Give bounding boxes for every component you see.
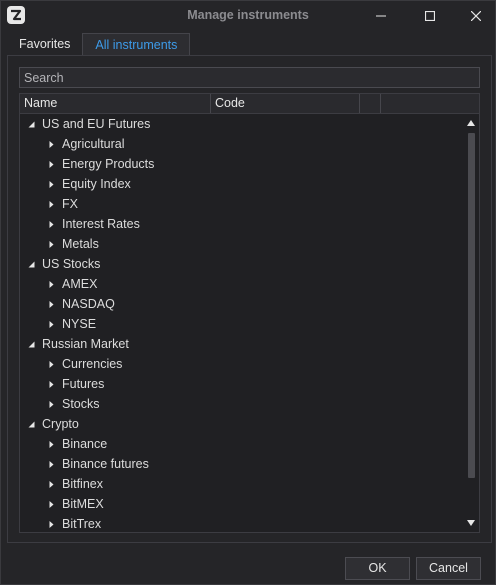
triangle-down-icon[interactable] bbox=[28, 421, 35, 428]
tree-row-label: Stocks bbox=[62, 397, 100, 411]
tree-item-row[interactable]: Bitfinex bbox=[20, 474, 463, 494]
tree-group-row[interactable]: US and EU Futures bbox=[20, 114, 463, 134]
tree-row-label: FX bbox=[62, 197, 78, 211]
minimize-icon bbox=[376, 15, 386, 17]
title-bar[interactable]: Manage instruments bbox=[1, 1, 495, 31]
tree-item-row[interactable]: Metals bbox=[20, 234, 463, 254]
tree-row-label: Bitfinex bbox=[62, 477, 103, 491]
tree-item-row[interactable]: Interest Rates bbox=[20, 214, 463, 234]
tree-row-label: BitMEX bbox=[62, 497, 104, 511]
tree-row-label: Agricultural bbox=[62, 137, 125, 151]
triangle-right-icon[interactable] bbox=[48, 321, 55, 328]
tree-item-row[interactable]: Binance bbox=[20, 434, 463, 454]
triangle-right-icon[interactable] bbox=[48, 181, 55, 188]
tree-group-row[interactable]: Russian Market bbox=[20, 334, 463, 354]
grid-header: Name Code bbox=[20, 94, 479, 114]
tree-row-label: NYSE bbox=[62, 317, 97, 331]
tree-row-label: Binance futures bbox=[62, 457, 149, 471]
tree-item-row[interactable]: NASDAQ bbox=[20, 294, 463, 314]
tree-row-label: US Stocks bbox=[42, 257, 101, 271]
triangle-right-icon[interactable] bbox=[48, 441, 55, 448]
tab-strip: Favorites All instruments bbox=[7, 33, 191, 55]
tree-row-label: Metals bbox=[62, 237, 99, 251]
tree-row-label: AMEX bbox=[62, 277, 98, 291]
triangle-right-icon[interactable] bbox=[48, 141, 55, 148]
tree-group-row[interactable]: Crypto bbox=[20, 414, 463, 434]
triangle-right-icon[interactable] bbox=[48, 521, 55, 528]
triangle-right-icon[interactable] bbox=[48, 461, 55, 468]
triangle-down-icon[interactable] bbox=[28, 261, 35, 268]
tree-item-row[interactable]: BitMEX bbox=[20, 494, 463, 514]
triangle-right-icon[interactable] bbox=[48, 221, 55, 228]
cancel-button[interactable]: Cancel bbox=[416, 557, 481, 580]
search-input[interactable] bbox=[19, 67, 480, 88]
triangle-right-icon[interactable] bbox=[48, 401, 55, 408]
tree-item-row[interactable]: Stocks bbox=[20, 394, 463, 414]
ok-button[interactable]: OK bbox=[345, 557, 410, 580]
tree-item-row[interactable]: FX bbox=[20, 194, 463, 214]
scroll-down-icon[interactable] bbox=[467, 520, 475, 526]
tree-row-label: BitTrex bbox=[62, 517, 102, 531]
tree-row-label: Futures bbox=[62, 377, 105, 391]
triangle-right-icon[interactable] bbox=[48, 301, 55, 308]
triangle-right-icon[interactable] bbox=[48, 241, 55, 248]
triangle-right-icon[interactable] bbox=[48, 501, 55, 508]
tree-item-row[interactable]: Agricultural bbox=[20, 134, 463, 154]
tree-row-label: US and EU Futures bbox=[42, 117, 151, 131]
triangle-right-icon[interactable] bbox=[48, 281, 55, 288]
column-header-name[interactable]: Name bbox=[20, 94, 211, 113]
triangle-right-icon[interactable] bbox=[48, 361, 55, 368]
triangle-down-icon[interactable] bbox=[28, 121, 35, 128]
column-header-code[interactable]: Code bbox=[211, 94, 360, 113]
triangle-right-icon[interactable] bbox=[48, 161, 55, 168]
column-header-filler bbox=[381, 94, 479, 113]
column-header-extra[interactable] bbox=[360, 94, 381, 113]
tab-all-instruments[interactable]: All instruments bbox=[82, 33, 191, 55]
tree-row-label: Equity Index bbox=[62, 177, 131, 191]
minimize-button[interactable] bbox=[364, 1, 398, 31]
tree-row-label: Interest Rates bbox=[62, 217, 140, 231]
triangle-right-icon[interactable] bbox=[48, 481, 55, 488]
manage-instruments-window: Manage instruments Favorites All instrum… bbox=[0, 0, 496, 585]
tree-row-label: Energy Products bbox=[62, 157, 155, 171]
tree-row-label: Crypto bbox=[42, 417, 79, 431]
tree-item-row[interactable]: Energy Products bbox=[20, 154, 463, 174]
instruments-tree-grid: Name Code US and EU Futures Agricultural E… bbox=[19, 93, 480, 533]
tree-row-label: Currencies bbox=[62, 357, 123, 371]
tree-row-label: NASDAQ bbox=[62, 297, 115, 311]
tree-item-row[interactable]: NYSE bbox=[20, 314, 463, 334]
scrollbar-thumb[interactable] bbox=[468, 133, 475, 478]
tree-item-row[interactable]: Binance futures bbox=[20, 454, 463, 474]
close-button[interactable] bbox=[459, 1, 493, 31]
tree-item-row[interactable]: BitTrex bbox=[20, 514, 463, 532]
tree-item-row[interactable]: Currencies bbox=[20, 354, 463, 374]
tree-item-row[interactable]: Equity Index bbox=[20, 174, 463, 194]
maximize-button[interactable] bbox=[413, 1, 447, 31]
maximize-icon bbox=[425, 11, 435, 21]
tree-row-label: Russian Market bbox=[42, 337, 129, 351]
tree-item-row[interactable]: AMEX bbox=[20, 274, 463, 294]
triangle-down-icon[interactable] bbox=[28, 341, 35, 348]
tree-group-row[interactable]: US Stocks bbox=[20, 254, 463, 274]
vertical-scrollbar[interactable] bbox=[463, 114, 479, 532]
triangle-right-icon[interactable] bbox=[48, 201, 55, 208]
scroll-up-icon[interactable] bbox=[467, 120, 475, 126]
triangle-right-icon[interactable] bbox=[48, 381, 55, 388]
close-icon bbox=[471, 11, 481, 21]
tree-rows: US and EU Futures Agricultural Energy Prod… bbox=[20, 114, 463, 532]
tree-item-row[interactable]: Futures bbox=[20, 374, 463, 394]
tab-favorites[interactable]: Favorites bbox=[7, 33, 82, 55]
tree-row-label: Binance bbox=[62, 437, 108, 451]
